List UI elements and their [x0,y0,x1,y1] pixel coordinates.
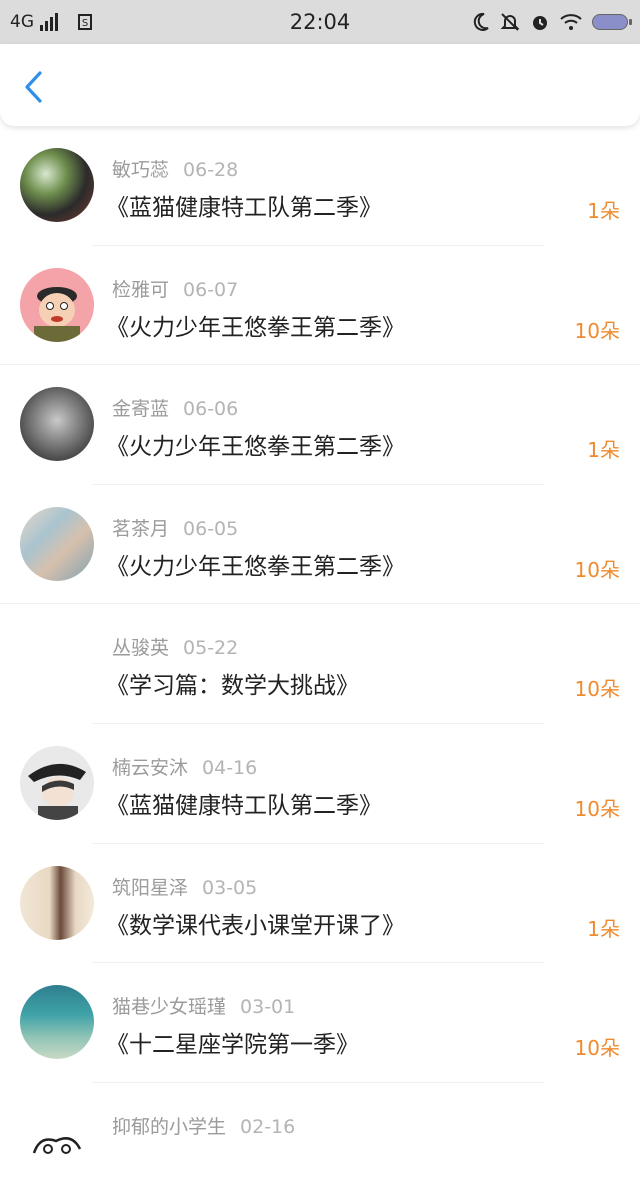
gift-amount: 10朵 [574,557,620,582]
date-label: 02-16 [240,1115,296,1138]
item-title: 《十二星座学院第一季》 [106,1032,359,1059]
user-name: 筑阳星泽 [112,876,189,899]
user-name: 猫巷少女瑶瑾 [112,996,227,1019]
date-label: 03-05 [202,876,258,899]
user-name: 抑郁的小学生 [112,1115,227,1138]
list-item[interactable]: 茗茶月 06-05 《火力少年王悠拳王第二季》 10朵 [0,485,640,605]
list-item[interactable]: 检雅可 06-07 《火力少年王悠拳王第二季》 10朵 [0,246,640,366]
cartoon-face-icon [34,286,80,342]
date-label: 06-28 [183,159,239,181]
gift-amount: 1朵 [587,916,620,941]
gift-amount: 10朵 [574,796,620,821]
gift-amount: 1朵 [587,199,620,223]
item-title: 《蓝猫健康特工队第二季》 [106,195,382,221]
status-right [472,0,632,44]
moon-icon [473,12,489,31]
avatar [20,1104,94,1179]
item-title: 《火力少年王悠拳王第二季》 [106,553,405,580]
item-title: 《学习篇：数学大挑战》 [106,673,359,700]
gift-amount: 10朵 [574,1036,620,1061]
avatar [20,865,94,940]
nav-bar [0,44,640,126]
avatar [20,148,94,222]
sketch-avatar-icon [32,1136,82,1154]
alarm-clock-icon [533,16,547,30]
gift-amount: 10朵 [574,318,620,343]
date-label: 04-16 [202,756,258,779]
list-item[interactable]: 丛骏英 05-22 《学习篇：数学大挑战》 10朵 [0,604,640,724]
date-label: 05-22 [183,637,239,660]
user-name: 楠云安沐 [112,756,189,779]
item-title: 《火力少年王悠拳王第二季》 [106,434,405,461]
battery-icon [592,14,632,30]
date-label: 06-06 [183,398,239,421]
back-button[interactable] [20,70,50,104]
wifi-icon [560,14,582,30]
date-label: 06-07 [183,278,239,301]
list-item[interactable]: 抑郁的小学生 02-16 [0,1083,640,1202]
gift-amount: 1朵 [587,438,620,463]
user-name: 金寄蓝 [112,398,170,421]
muted-bell-icon [500,13,520,31]
date-label: 03-01 [240,996,296,1019]
list-item[interactable]: 敏巧蕊 06-28 《蓝猫健康特工队第二季》 1朵 [0,126,640,246]
anime-character-icon [28,763,86,820]
user-name: 敏巧蕊 [112,159,170,181]
gift-amount: 10朵 [574,677,620,702]
user-name: 茗茶月 [112,517,170,540]
status-bar: 4G S 22:04 [0,0,640,44]
list-item[interactable]: 金寄蓝 06-06 《火力少年王悠拳王第二季》 1朵 [0,365,640,485]
avatar [20,267,94,342]
list-item[interactable]: 筑阳星泽 03-05 《数学课代表小课堂开课了》 1朵 [0,844,640,964]
avatar [20,506,94,581]
item-title: 《火力少年王悠拳王第二季》 [106,314,405,341]
item-title: 《数学课代表小课堂开课了》 [106,912,405,939]
chevron-left-icon [25,71,42,103]
avatar [20,745,94,820]
user-name: 丛骏英 [112,637,170,660]
user-name: 检雅可 [112,278,170,301]
avatar [20,985,94,1060]
gift-list: 敏巧蕊 06-28 《蓝猫健康特工队第二季》 1朵 检雅可 06-07 《火力少年王… [0,126,640,1202]
list-item[interactable]: 猫巷少女瑶瑾 03-01 《十二星座学院第一季》 10朵 [0,963,640,1083]
avatar [20,387,94,462]
list-item[interactable]: 楠云安沐 04-16 《蓝猫健康特工队第二季》 10朵 [0,724,640,844]
date-label: 06-05 [183,517,239,540]
item-title: 《蓝猫健康特工队第二季》 [106,792,382,819]
